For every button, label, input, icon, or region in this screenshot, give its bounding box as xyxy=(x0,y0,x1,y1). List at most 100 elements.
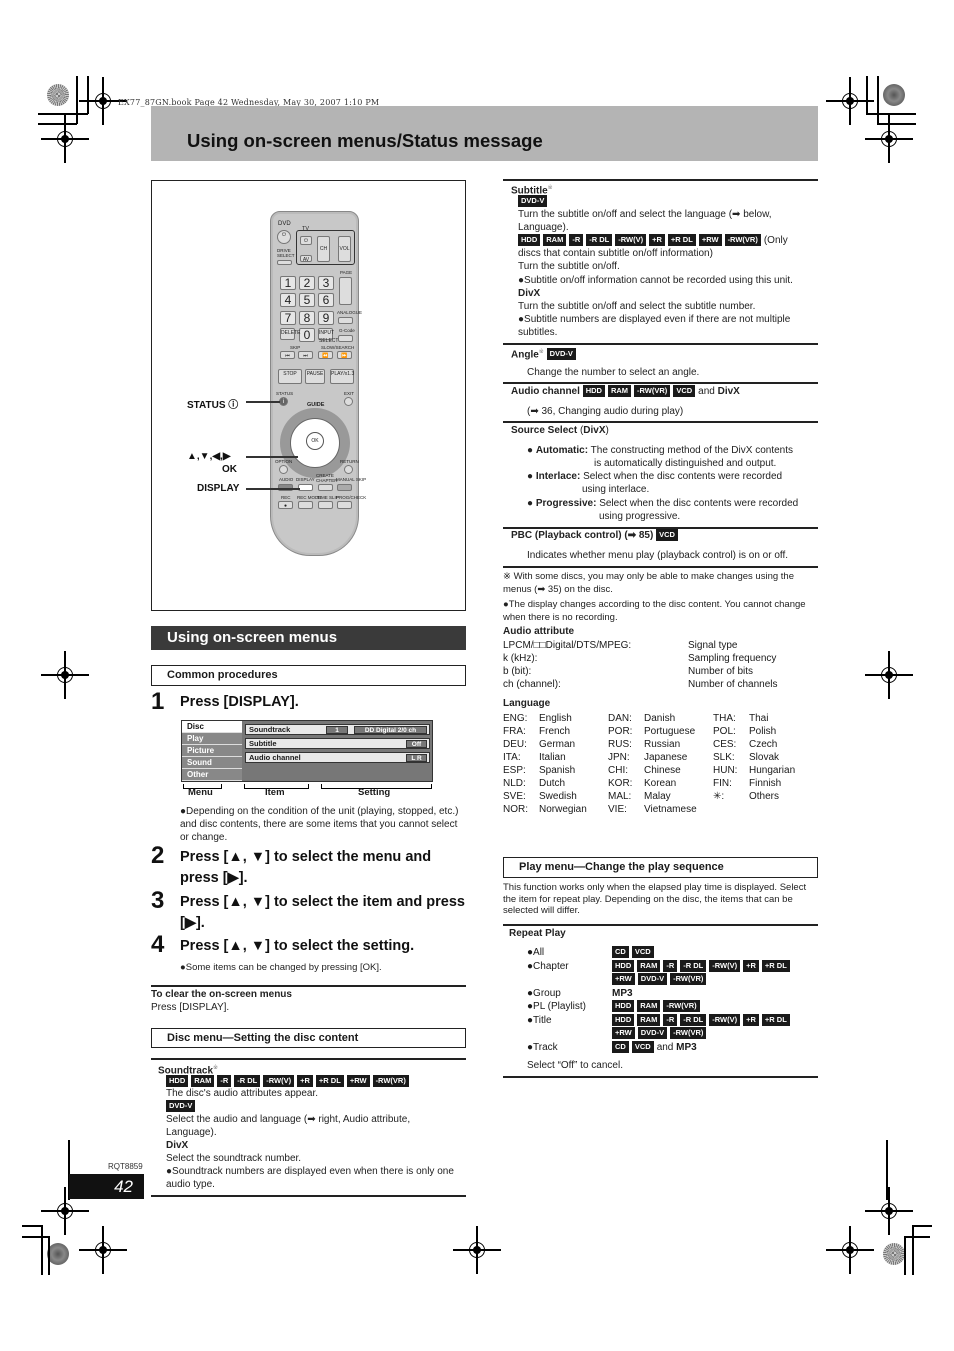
disc-type-badge: -R DL xyxy=(680,1013,707,1026)
callout-arrows: ▲,▼,◀,▶ xyxy=(187,451,231,462)
repeat-option: ●Group xyxy=(527,987,561,999)
page-channel-button xyxy=(339,277,352,305)
disc-type-badge: +RW xyxy=(346,1075,370,1087)
number-key: 6 xyxy=(318,293,334,307)
registration-disc-icon xyxy=(883,84,905,106)
subtitle-line: Turn the subtitle on/off and select the … xyxy=(518,209,772,233)
rec-mode-button xyxy=(298,501,313,509)
menu-item-row: Soundtrack 1 DD Digital 2/0 ch xyxy=(245,724,430,735)
option-label: OPTION xyxy=(275,459,293,464)
step1-note: ●Depending on the condition of the unit … xyxy=(180,806,459,843)
page-label: PAGE xyxy=(340,270,353,275)
skip-label: SKIP xyxy=(290,345,301,350)
section-header: Using on-screen menus xyxy=(151,626,466,650)
language-name: Hungarian xyxy=(749,765,796,776)
language-code: NLD: xyxy=(503,778,526,789)
language-entry: ✳: Others xyxy=(713,790,795,803)
create-chapter-button xyxy=(318,484,333,491)
language-entry: RUS: Russian xyxy=(608,738,697,751)
dvdv-badge-row: DVD-V xyxy=(166,1100,198,1113)
disc-type-badge: +R xyxy=(649,234,665,246)
fast-forward-button: ⏩ xyxy=(337,351,352,359)
registration-disc-icon xyxy=(47,84,69,106)
disc-type-badge: RAM xyxy=(637,1013,661,1026)
analogue-ch-button xyxy=(338,317,353,324)
language-name: Finnish xyxy=(749,778,782,789)
cancel-note: Select “Off” to cancel. xyxy=(527,1060,623,1071)
onscreen-menu-diagram: Disc Play Picture Sound Other Soundtrack… xyxy=(181,720,433,782)
disc-type-badge: VCD xyxy=(631,1040,654,1053)
remote-label-dvd: DVD xyxy=(278,221,291,227)
attribute-key: k (kHz): xyxy=(503,653,538,664)
repeat-play-heading: Repeat Play xyxy=(509,928,566,939)
disc-type-badge: VCD xyxy=(656,529,678,541)
status-label: STATUS xyxy=(276,391,294,396)
subtitle-line: (Only xyxy=(763,235,788,246)
subtitle-note: ●Subtitle on/off information cannot be r… xyxy=(518,275,793,286)
disc-type-badge: +R xyxy=(743,1013,759,1026)
number-key: 2 xyxy=(299,276,315,290)
menu-option: Disc xyxy=(182,721,242,733)
number-key: 8 xyxy=(299,311,315,325)
return-button xyxy=(344,465,353,474)
language-entry: SLK: Slovak xyxy=(713,751,795,764)
display-note: ●The display changes according to the di… xyxy=(503,599,806,623)
disc-type-badge: -RW(V) xyxy=(263,1075,295,1087)
divider xyxy=(503,382,818,384)
tv-channel-button: CH xyxy=(317,236,330,262)
language-name: Malay xyxy=(644,791,671,802)
volume-button: VOL xyxy=(338,236,351,262)
source-option: ● Interlace: Select when the disc conten… xyxy=(527,471,783,482)
disc-type-badge: RAM xyxy=(543,234,567,246)
disc-type-badge: RAM xyxy=(607,385,632,397)
disc-type-badge: HDD xyxy=(612,959,635,972)
language-entry: NOR: Norwegian xyxy=(503,803,587,816)
language-entry: CHI: Chinese xyxy=(608,764,697,777)
language-code: FRA: xyxy=(503,726,526,737)
return-label: RETURN xyxy=(340,459,359,464)
pbc-title: PBC (Playback control) (➡ 85) VCD xyxy=(511,529,681,542)
pbc-text: Indicates whether menu play (playback co… xyxy=(527,550,789,561)
and-text: and xyxy=(656,1041,677,1053)
callout-line xyxy=(246,401,280,403)
disc-type-badge: +R DL xyxy=(761,959,790,972)
language-code: MAL: xyxy=(608,791,632,802)
language-code: RUS: xyxy=(608,739,632,750)
disc-type-badge: -RW(VR) xyxy=(663,1000,700,1012)
disc-type-badge: +RW xyxy=(612,973,635,985)
disc-type-badge: +R DL xyxy=(315,1075,344,1087)
number-key: 7 xyxy=(280,311,296,325)
attribute-value: Signal type xyxy=(688,640,738,651)
option-text: The constructing method of the DivX cont… xyxy=(590,445,794,456)
language-name: English xyxy=(539,713,572,724)
manual-skip-label: MANUAL SKIP xyxy=(336,477,367,482)
repeat-option-discs: +RW DVD-V -RW(VR) xyxy=(612,973,709,986)
number-key: 3 xyxy=(318,276,334,290)
language-entry: NLD: Dutch xyxy=(503,777,587,790)
disc-type-badge: -RW(VR) xyxy=(634,385,671,397)
registration-mark-icon xyxy=(865,651,913,699)
disc-type-badge: RAM xyxy=(191,1075,215,1087)
play-menu-intro: This function works only when the elapse… xyxy=(503,882,807,916)
language-code: KOR: xyxy=(608,778,633,789)
disc-type-badge: VCD xyxy=(631,946,654,958)
angle-label: Angle xyxy=(511,349,539,361)
divx-label: DivX xyxy=(717,386,740,397)
option-text: using interlace. xyxy=(582,484,650,495)
registration-mark-icon xyxy=(453,1226,501,1274)
option-button xyxy=(279,465,288,474)
language-entry: FRA: French xyxy=(503,725,587,738)
step-text: Press [DISPLAY]. xyxy=(180,694,299,710)
menu-option: Sound xyxy=(182,757,242,769)
option-label: Automatic: xyxy=(535,445,589,456)
option-label: Interlace: xyxy=(535,471,581,482)
callout-line xyxy=(246,456,298,458)
soundtrack-line: Select the soundtrack number. xyxy=(166,1153,302,1164)
clear-menus-heading: To clear the on-screen menus xyxy=(151,989,292,1000)
prog-check-button xyxy=(337,501,352,509)
guide-label: GUIDE xyxy=(307,402,325,408)
footnote: ※ With some discs, you may only be able … xyxy=(503,571,794,595)
input-select-button: INPUT SELECT xyxy=(318,328,339,344)
language-code: POR: xyxy=(608,726,633,737)
disc-type-badge: RAM xyxy=(637,1000,661,1012)
